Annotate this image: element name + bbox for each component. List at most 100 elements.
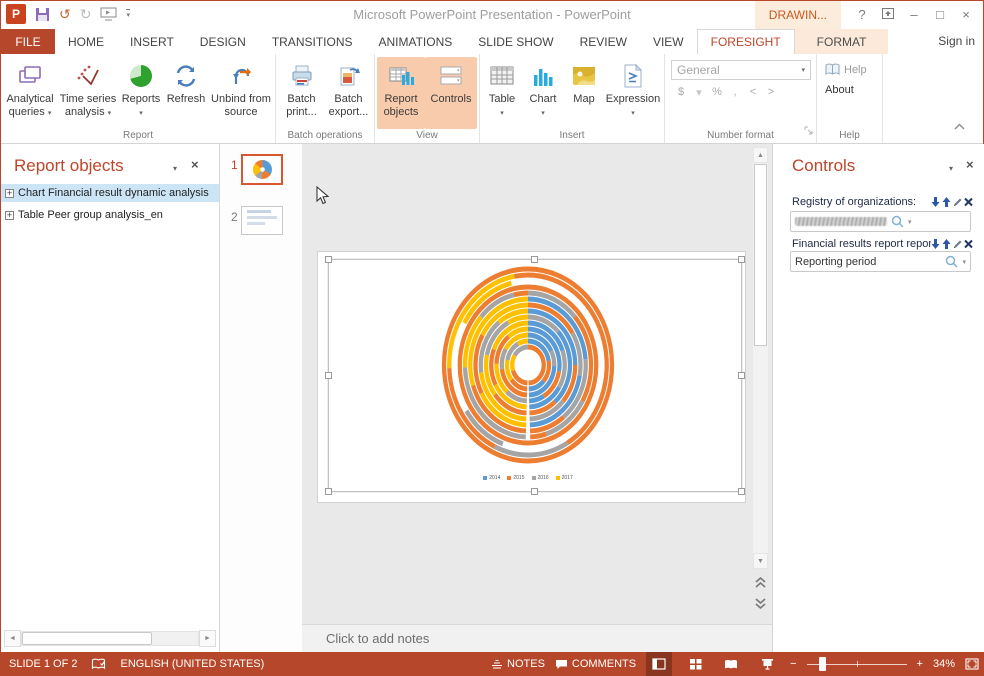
expand-icon[interactable]: + xyxy=(5,189,14,198)
slide-show-button[interactable] xyxy=(754,652,780,676)
tab-view[interactable]: VIEW xyxy=(640,29,697,54)
number-format-combobox[interactable]: General ▾ xyxy=(671,60,811,80)
registry-of-organizations-input[interactable]: ▾ xyxy=(790,211,971,232)
time-series-analysis-button[interactable]: Time series analysis ▾ xyxy=(57,57,119,129)
powerpoint-app-icon[interactable]: P xyxy=(6,4,26,24)
tab-slide-show[interactable]: SLIDE SHOW xyxy=(465,29,566,54)
report-objects-toggle[interactable]: Report objects xyxy=(377,57,425,129)
maximize-button[interactable]: □ xyxy=(927,4,953,26)
sign-in-link[interactable]: Sign in xyxy=(938,29,975,54)
resize-handle-se[interactable] xyxy=(738,488,745,495)
reading-view-button[interactable] xyxy=(718,652,744,676)
slide-1-thumbnail[interactable] xyxy=(241,154,283,185)
dialog-launcher-icon[interactable] xyxy=(804,122,813,140)
zoom-level[interactable]: 34% xyxy=(933,658,955,670)
analytical-queries-button[interactable]: Analytical queries ▾ xyxy=(3,57,57,129)
chevron-down-icon[interactable]: ▾ xyxy=(962,258,966,266)
help-button[interactable]: Help xyxy=(825,63,867,76)
reporting-period-input[interactable]: Reporting period ▾ xyxy=(790,251,971,272)
insert-expression-button[interactable]: Expression▾ xyxy=(604,57,662,129)
tab-transitions[interactable]: TRANSITIONS xyxy=(259,29,366,54)
controls-toggle[interactable]: Controls xyxy=(425,57,477,129)
help-button[interactable]: ? xyxy=(849,4,875,26)
drawing-tools-chip[interactable]: DRAWIN... xyxy=(755,1,841,29)
panel-close-icon[interactable]: × xyxy=(191,157,199,172)
language-indicator[interactable]: ENGLISH (UNITED STATES) xyxy=(120,658,264,670)
radial-chart[interactable] xyxy=(439,263,618,467)
close-button[interactable]: × xyxy=(953,4,979,26)
insert-map-button[interactable]: Map xyxy=(564,57,604,129)
resize-handle-nw[interactable] xyxy=(325,256,332,263)
spell-check-icon[interactable] xyxy=(91,658,106,671)
tab-insert[interactable]: INSERT xyxy=(117,29,187,54)
chevron-down-icon[interactable]: ▾ xyxy=(908,218,912,226)
redo-icon[interactable]: ↻ xyxy=(80,4,92,24)
resize-handle-e[interactable] xyxy=(738,372,745,379)
panel-menu-caret-icon[interactable]: ▾ xyxy=(173,164,177,173)
customize-qat-icon[interactable]: ▾ xyxy=(126,9,130,19)
undo-icon[interactable]: ↺ xyxy=(59,4,71,24)
chevron-down-icon[interactable]: ▾ xyxy=(693,86,705,99)
search-icon[interactable] xyxy=(891,215,904,228)
slide-2-thumbnail[interactable] xyxy=(241,206,283,235)
insert-table-button[interactable]: Table▾ xyxy=(482,57,522,129)
notes-pane[interactable]: Click to add notes xyxy=(302,624,772,652)
comma-format-button[interactable]: , xyxy=(729,86,741,99)
move-down-icon[interactable] xyxy=(931,239,940,249)
currency-format-button[interactable]: $ xyxy=(675,86,687,99)
hscroll-track[interactable] xyxy=(21,631,199,646)
notes-button[interactable]: NOTES xyxy=(491,658,545,670)
save-icon[interactable] xyxy=(35,7,50,22)
tab-foresight[interactable]: FORESIGHT xyxy=(697,29,795,54)
tab-animations[interactable]: ANIMATIONS xyxy=(365,29,465,54)
resize-handle-sw[interactable] xyxy=(325,488,332,495)
fit-to-window-icon[interactable] xyxy=(965,658,979,670)
panel-menu-caret-icon[interactable]: ▾ xyxy=(949,164,953,173)
delete-x-icon[interactable] xyxy=(964,239,973,249)
slide-editing-area[interactable]: 2014 2015 2016 2017 ▲ ▼ xyxy=(302,144,772,624)
panel-close-icon[interactable]: × xyxy=(966,157,974,172)
resize-handle-s[interactable] xyxy=(531,488,538,495)
resize-handle-w[interactable] xyxy=(325,372,332,379)
previous-slide-button[interactable] xyxy=(755,575,766,593)
scroll-down-icon[interactable]: ▼ xyxy=(753,553,768,569)
report-objects-hscrollbar[interactable]: ◄ ► xyxy=(4,629,216,647)
zoom-in-button[interactable]: + xyxy=(917,658,923,670)
reports-button[interactable]: Reports▾ xyxy=(119,57,163,129)
collapse-ribbon-button[interactable] xyxy=(954,117,965,135)
search-icon[interactable] xyxy=(945,255,958,268)
next-slide-button[interactable] xyxy=(755,596,766,614)
about-button[interactable]: About xyxy=(825,84,854,96)
move-up-icon[interactable] xyxy=(942,239,951,249)
tree-item-chart-financial-result[interactable]: + Chart Financial result dynamic analysi… xyxy=(1,184,219,202)
delete-x-icon[interactable] xyxy=(964,197,973,207)
slide-sorter-view-button[interactable] xyxy=(682,652,708,676)
batch-print-button[interactable]: Batch print... xyxy=(278,57,325,129)
refresh-button[interactable]: Refresh xyxy=(163,57,209,129)
move-down-icon[interactable] xyxy=(931,197,940,207)
hscroll-thumb[interactable] xyxy=(22,632,152,645)
vscroll-thumb[interactable] xyxy=(754,164,767,346)
vscroll-track[interactable] xyxy=(753,163,768,553)
unbind-from-source-button[interactable]: Unbind from source xyxy=(209,57,273,129)
tree-item-table-peer-group[interactable]: + Table Peer group analysis_en xyxy=(1,206,219,224)
resize-handle-ne[interactable] xyxy=(738,256,745,263)
minimize-button[interactable]: – xyxy=(901,4,927,26)
increase-decimal-button[interactable]: > xyxy=(765,86,777,99)
tab-review[interactable]: REVIEW xyxy=(567,29,640,54)
ribbon-display-options-button[interactable] xyxy=(875,4,901,26)
batch-export-button[interactable]: Batch export... xyxy=(325,57,372,129)
resize-handle-n[interactable] xyxy=(531,256,538,263)
edit-pencil-icon[interactable] xyxy=(953,239,962,249)
zoom-slider[interactable] xyxy=(807,652,907,676)
edit-pencil-icon[interactable] xyxy=(953,197,962,207)
expand-icon[interactable]: + xyxy=(5,211,14,220)
tab-format[interactable]: FORMAT xyxy=(795,29,889,54)
normal-view-button[interactable] xyxy=(646,652,672,676)
tab-design[interactable]: DESIGN xyxy=(187,29,259,54)
start-from-beginning-icon[interactable] xyxy=(100,7,117,21)
zoom-out-button[interactable]: − xyxy=(790,658,796,670)
scroll-right-icon[interactable]: ► xyxy=(199,630,216,647)
scroll-up-icon[interactable]: ▲ xyxy=(753,147,768,163)
comments-button[interactable]: COMMENTS xyxy=(555,658,636,670)
